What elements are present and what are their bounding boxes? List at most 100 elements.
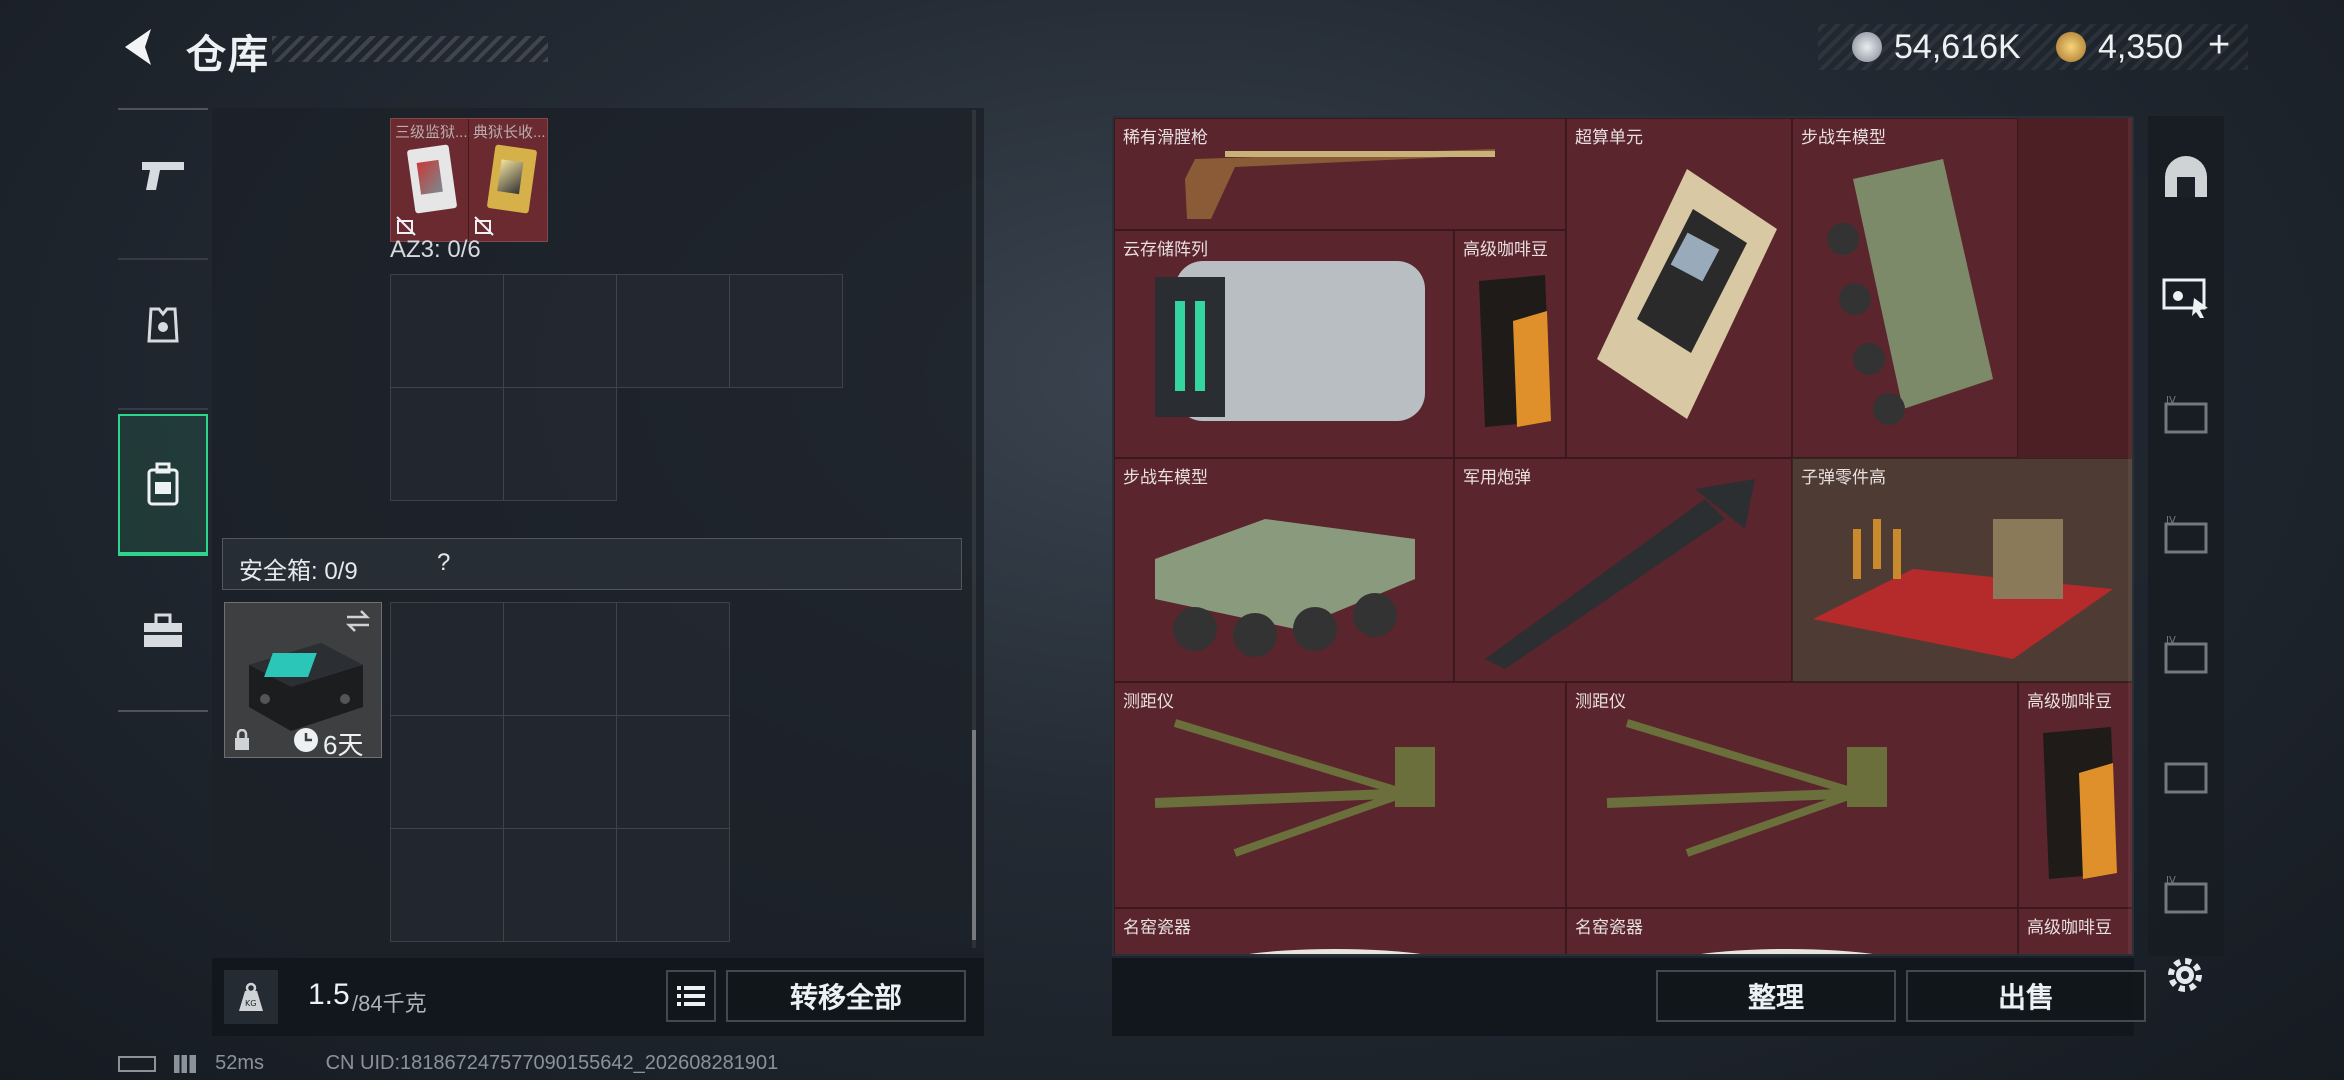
grid-slot[interactable] xyxy=(503,602,617,716)
svg-text:IV: IV xyxy=(2166,635,2176,646)
tab-card-cursor[interactable] xyxy=(2148,236,2224,356)
safe-box-item[interactable]: 6天 xyxy=(224,602,382,760)
scrollbar-thumb[interactable] xyxy=(972,730,976,940)
item-rangefinder-2[interactable]: 测距仪 xyxy=(1566,682,2018,908)
coffee-bag-image xyxy=(2043,727,2117,879)
add-currency-button[interactable]: + xyxy=(2208,24,2230,67)
tab-weapons[interactable] xyxy=(118,110,208,240)
item-prison-card[interactable]: 三级监狱... xyxy=(391,119,469,241)
scrollbar-track[interactable] xyxy=(972,110,976,948)
sell-button[interactable]: 出售 xyxy=(1906,970,2146,1022)
title-decoration xyxy=(272,36,548,62)
item-porcelain-2[interactable]: 名窑瓷器 xyxy=(1566,908,2018,954)
rangefinder-image xyxy=(1606,719,1887,857)
tab-card-3[interactable]: IV xyxy=(2148,596,2224,716)
item-rangefinder-1[interactable]: 测距仪 xyxy=(1114,682,1566,908)
header: 仓库 54,616K 4,350 + xyxy=(0,0,2344,100)
grid-slot[interactable] xyxy=(616,602,730,716)
right-bottom-bar: 整理 出售 xyxy=(1112,958,2146,1036)
grid-slot[interactable] xyxy=(503,715,617,829)
tab-helmet[interactable] xyxy=(2148,116,2224,236)
tab-backpack[interactable] xyxy=(118,414,208,556)
storage-items-panel: 稀有滑膛枪 超算单元 步战车模型 云存储阵列 高级咖啡豆 步战车模型 军用炮弹 … xyxy=(1112,116,2134,956)
grid-slot[interactable] xyxy=(503,828,617,942)
safe-box-timer: 6天 xyxy=(323,730,364,760)
helmet-icon xyxy=(2165,156,2207,197)
grid-slot[interactable] xyxy=(729,274,843,388)
sort-button[interactable]: 整理 xyxy=(1656,970,1896,1022)
rangefinder-image xyxy=(1154,719,1435,857)
page-title: 仓库 xyxy=(186,33,270,77)
safe-box-help-button[interactable]: ? xyxy=(437,549,450,577)
keycard-image xyxy=(406,144,458,214)
grid-slot[interactable] xyxy=(616,715,730,829)
ping-value: 52ms xyxy=(215,1052,265,1074)
item-cloud-storage[interactable]: 云存储阵列 xyxy=(1114,230,1454,458)
item-porcelain-1[interactable]: 名窑瓷器 xyxy=(1114,908,1566,954)
grid-slot[interactable] xyxy=(390,828,504,942)
currency-bar: 54,616K 4,350 + xyxy=(1818,24,2248,70)
porcelain-image xyxy=(1701,949,1873,954)
category-tabs xyxy=(118,108,208,714)
item-musket[interactable]: 稀有滑膛枪 xyxy=(1114,118,1566,230)
tab-card-2[interactable]: IV xyxy=(2148,476,2224,596)
shell-image xyxy=(1485,479,1755,669)
tab-card-1[interactable]: IV xyxy=(2148,356,2224,476)
storage-page-tabs: IV IV IV IV xyxy=(2148,116,2224,956)
item-label: 典狱长收... xyxy=(473,124,545,141)
top-items-row: 三级监狱... 典狱长收... xyxy=(390,118,548,242)
toolbox-icon xyxy=(144,613,182,647)
item-supercomputer[interactable]: 超算单元 xyxy=(1566,118,1792,458)
keycard-image xyxy=(486,144,538,214)
grid-slot[interactable] xyxy=(390,602,504,716)
grid-slot[interactable] xyxy=(503,274,617,388)
weight-max: /84千克 xyxy=(352,991,427,1016)
grid-slot[interactable] xyxy=(390,387,504,501)
swap-icon xyxy=(345,610,371,632)
ifv-model-image xyxy=(1827,159,1993,425)
tab-card-4[interactable] xyxy=(2148,716,2224,836)
scrollbar-track[interactable] xyxy=(2128,118,2132,954)
grid-slot[interactable] xyxy=(616,828,730,942)
no-trade-icon xyxy=(396,216,416,236)
cloud-storage-image xyxy=(1155,261,1425,421)
grid-slot[interactable] xyxy=(616,274,730,388)
item-ifv-model-2[interactable]: 步战车模型 xyxy=(1114,458,1454,682)
card-iv-icon-1: IV xyxy=(2164,395,2208,434)
svg-text:IV: IV xyxy=(2166,875,2176,886)
item-label: 高级咖啡豆 xyxy=(2027,918,2112,937)
az3-capacity: AZ3: 0/6 xyxy=(390,236,481,263)
supercomputer-image xyxy=(1597,169,1777,419)
item-coffee-beans-1[interactable]: 高级咖啡豆 xyxy=(1454,230,1566,458)
item-ifv-model-1[interactable]: 步战车模型 xyxy=(1792,118,2018,458)
no-trade-icon xyxy=(474,216,494,236)
ifv-model-image xyxy=(1155,519,1415,657)
item-military-shell[interactable]: 军用炮弹 xyxy=(1454,458,1792,682)
silver-coin-icon xyxy=(1852,32,1882,62)
inventory-panel: 三级监狱... 典狱长收... AZ3: 0/6 安全箱: 0/9 ? 6天 xyxy=(212,108,984,1036)
weight-icon: KG xyxy=(224,970,278,1024)
item-label: 三级监狱... xyxy=(395,124,467,141)
list-view-button[interactable] xyxy=(666,970,716,1022)
tab-kit[interactable] xyxy=(118,566,208,696)
grid-slot[interactable] xyxy=(503,387,617,501)
tab-card-5[interactable]: IV xyxy=(2148,836,2224,956)
grid-slot[interactable] xyxy=(390,715,504,829)
grid-slot[interactable] xyxy=(390,274,504,388)
transfer-all-button[interactable]: 转移全部 xyxy=(726,970,966,1022)
signal-icon xyxy=(173,1054,196,1073)
item-coffee-beans-3[interactable]: 高级咖啡豆 xyxy=(2018,908,2132,954)
svg-text:KG: KG xyxy=(245,999,256,1008)
musket-image xyxy=(1185,149,1495,219)
tab-equipment[interactable] xyxy=(118,260,208,390)
settings-button[interactable] xyxy=(2160,950,2210,1000)
back-button[interactable] xyxy=(112,22,162,72)
card-iv-icon-3: IV xyxy=(2164,635,2208,674)
item-bullet-parts[interactable]: 子弹零件高 xyxy=(1792,458,2132,682)
backpack-icon xyxy=(147,462,179,506)
armor-icon xyxy=(147,307,179,343)
card-iv-icon-5: IV xyxy=(2164,875,2208,914)
item-coffee-beans-2[interactable]: 高级咖啡豆 xyxy=(2018,682,2132,908)
gold-coin-icon xyxy=(2056,32,2086,62)
item-warden-card[interactable]: 典狱长收... xyxy=(469,119,547,241)
